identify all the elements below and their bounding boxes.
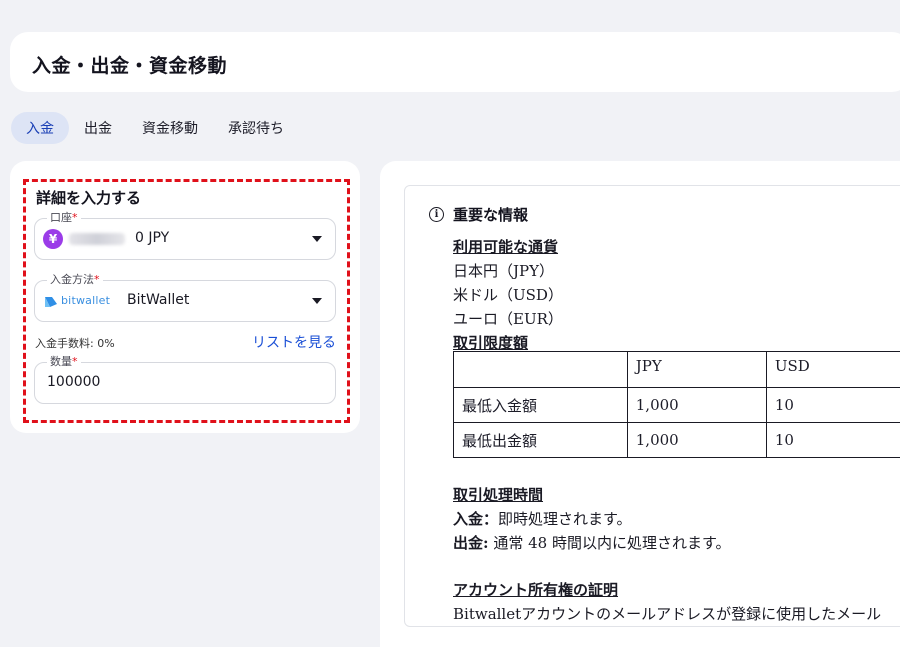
currencies-heading: 利用可能な通貨 [453, 238, 559, 256]
table-header-cell [453, 351, 628, 388]
table-cell: 最低出金額 [453, 422, 628, 458]
bitwallet-logo-text: bitwallet [61, 294, 111, 307]
currency-item: 日本円（JPY） [453, 262, 555, 280]
chevron-down-icon [312, 298, 322, 304]
deposit-form-card: 詳細を入力する 口座* ¥ 0 JPY 入金方法* bitwallet BitW… [10, 161, 360, 433]
deposit-method-select[interactable]: 入金方法* bitwallet BitWallet [34, 271, 336, 322]
info-panel: i 重要な情報 利用可能な通貨 日本円（JPY） 米ドル（USD） ユーロ（EU… [380, 161, 900, 647]
yen-icon: ¥ [43, 229, 63, 249]
account-select[interactable]: 口座* ¥ 0 JPY [34, 209, 336, 260]
account-balance: 0 JPY [135, 230, 170, 246]
info-icon: i [429, 207, 444, 222]
table-header-row: JPY USD [453, 351, 900, 388]
view-list-link[interactable]: リストを見る [252, 332, 336, 352]
masked-account-id [69, 233, 125, 245]
table-cell: 最低入金額 [453, 387, 628, 423]
deposit-fee-text: 入金手数料: 0% [35, 337, 115, 350]
tab-transfer[interactable]: 資金移動 [127, 112, 213, 144]
quantity-value: 100000 [47, 374, 101, 390]
currency-item: ユーロ（EUR） [453, 310, 563, 328]
chevron-down-icon [312, 236, 322, 242]
deposit-processing-line: 入金：即時処理されます。 [453, 510, 632, 528]
info-title: 重要な情報 [453, 206, 529, 224]
limits-table: JPY USD 最低入金額 1,000 10 最低出金額 1,000 10 [453, 351, 900, 458]
quantity-input[interactable]: 数量* 100000 [34, 353, 336, 404]
withdraw-processing-line: 出金: 通常 48 時間以内に処理されます。 [453, 534, 731, 552]
table-cell: 10 [765, 422, 900, 458]
highlight-frame: 詳細を入力する 口座* ¥ 0 JPY 入金方法* bitwallet BitW… [23, 179, 350, 423]
table-header-cell: USD [765, 351, 900, 388]
deposit-method-value: BitWallet [127, 292, 190, 308]
limits-heading: 取引限度額 [453, 334, 529, 352]
deposit-method-label: 入金方法* [47, 271, 103, 287]
table-header-cell: JPY [626, 351, 767, 388]
table-cell: 1,000 [626, 422, 767, 458]
bitwallet-icon [43, 294, 59, 313]
processing-heading: 取引処理時間 [453, 486, 544, 504]
form-section-title: 詳細を入力する [36, 189, 142, 207]
currency-item: 米ドル（USD） [453, 286, 563, 304]
ownership-text: Bitwalletアカウントのメールアドレスが登録に使用したメール [453, 605, 882, 623]
page-title: 入金・出金・資金移動 [32, 55, 228, 77]
tab-withdraw[interactable]: 出金 [69, 112, 127, 144]
ownership-heading: アカウント所有権の証明 [453, 581, 619, 599]
info-box: i 重要な情報 利用可能な通貨 日本円（JPY） 米ドル（USD） ユーロ（EU… [404, 185, 900, 627]
header-card: 入金・出金・資金移動 [10, 32, 900, 92]
tab-deposit[interactable]: 入金 [11, 112, 69, 144]
table-row: 最低入金額 1,000 10 [453, 387, 900, 423]
tab-bar: 入金 出金 資金移動 承認待ち [11, 112, 299, 144]
table-cell: 1,000 [626, 387, 767, 423]
tab-pending[interactable]: 承認待ち [213, 112, 299, 144]
account-label: 口座* [47, 209, 81, 225]
quantity-label: 数量* [47, 353, 81, 369]
table-row: 最低出金額 1,000 10 [453, 422, 900, 458]
table-cell: 10 [765, 387, 900, 423]
